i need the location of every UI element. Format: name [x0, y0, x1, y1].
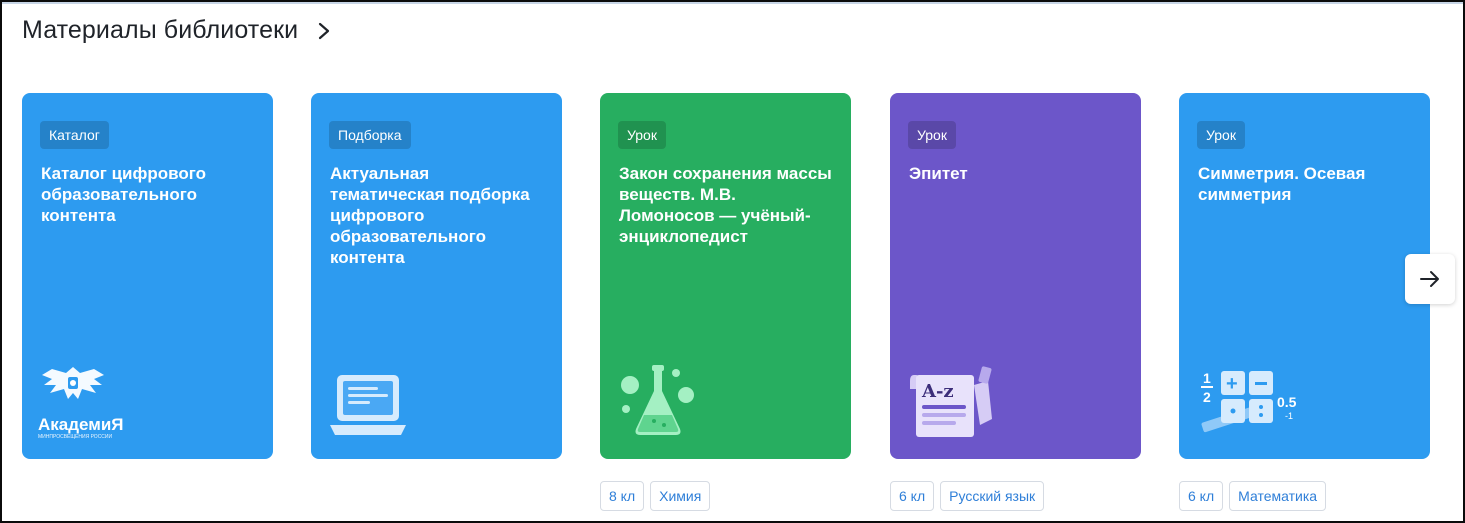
- card-title: Каталог цифрового образовательного конте…: [41, 164, 206, 225]
- card-title: Симметрия. Осевая симметрия: [1198, 164, 1366, 204]
- eagle-emblem-icon: [42, 367, 104, 399]
- card-badge: Подборка: [329, 121, 411, 149]
- card-tags-symmetry: 6 кл Математика: [1179, 481, 1327, 511]
- card-title: Эпитет: [909, 164, 968, 183]
- card-tags-chemistry: 8 кл Химия: [600, 481, 711, 511]
- grade-tag[interactable]: 8 кл: [600, 481, 645, 511]
- academy-logo-subtext: МИНПРОСВЕЩЕНИЯ РОССИИ: [38, 434, 113, 440]
- arrow-right-icon: [1420, 271, 1439, 287]
- subject-tag[interactable]: Химия: [650, 481, 711, 511]
- math-symbols-icon: 1 2 + 0.5 -1: [1201, 370, 1297, 433]
- card-tags-epithet: 6 кл Русский язык: [890, 481, 1045, 511]
- card-badge: Урок: [618, 121, 666, 149]
- academy-logo: АкадемиЯ МИНПРОСВЕЩЕНИЯ РОССИИ: [38, 363, 124, 443]
- card-lesson-symmetry[interactable]: Урок Симметрия. Осевая симметрия 1 2 + 0…: [1179, 93, 1430, 459]
- svg-text:A-z: A-z: [921, 381, 954, 402]
- flask-icon: [621, 365, 694, 435]
- card-badge: Каталог: [40, 121, 109, 149]
- subject-tag[interactable]: Русский язык: [940, 481, 1045, 511]
- card-title: Закон сохранения массы веществ. М.В. Лом…: [619, 164, 832, 246]
- grade-tag[interactable]: 6 кл: [1179, 481, 1224, 511]
- card-selection[interactable]: Подборка Актуальная тематическая подборк…: [311, 93, 562, 459]
- svg-text:1: 1: [1203, 370, 1211, 386]
- card-badge: Урок: [1197, 121, 1245, 149]
- section-header[interactable]: Материалы библиотеки: [22, 16, 332, 45]
- card-lesson-chemistry[interactable]: Урок Закон сохранения массы веществ. М.В…: [600, 93, 851, 459]
- card-badge: Урок: [908, 121, 956, 149]
- card-lesson-epithet[interactable]: Урок Эпитет A-z: [890, 93, 1141, 459]
- section-title[interactable]: Материалы библиотеки: [22, 16, 298, 45]
- svg-text:2: 2: [1203, 389, 1211, 405]
- card-catalog[interactable]: Каталог Каталог цифрового образовательно…: [22, 93, 273, 459]
- card-title: Актуальная тематическая подборка цифрово…: [330, 164, 530, 267]
- scroll-az-icon: A-z: [910, 366, 992, 437]
- svg-text:+: +: [1226, 373, 1238, 395]
- svg-text:0.5: 0.5: [1277, 394, 1297, 410]
- laptop-icon: [330, 375, 406, 435]
- svg-text:-1: -1: [1285, 411, 1293, 421]
- grade-tag[interactable]: 6 кл: [890, 481, 935, 511]
- carousel-next-button[interactable]: [1405, 254, 1455, 304]
- academy-logo-text: АкадемиЯ: [38, 415, 124, 434]
- subject-tag[interactable]: Математика: [1229, 481, 1327, 511]
- chevron-right-icon[interactable]: [316, 21, 332, 41]
